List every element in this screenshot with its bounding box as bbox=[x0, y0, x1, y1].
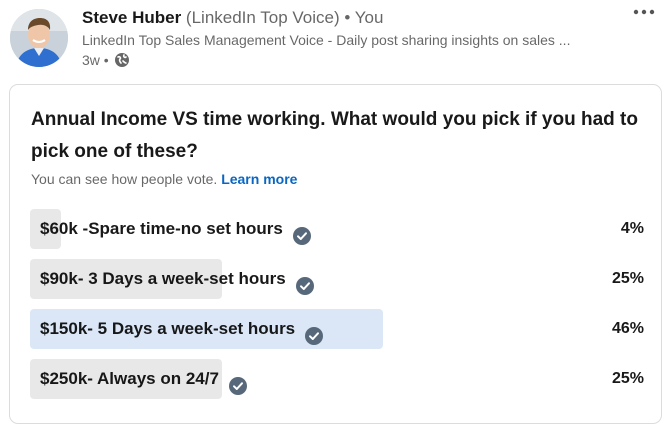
avatar[interactable] bbox=[10, 9, 68, 67]
poll-option[interactable]: $90k- 3 Days a week-set hours 25% bbox=[30, 259, 644, 299]
author-headline: LinkedIn Top Sales Management Voice - Da… bbox=[82, 32, 571, 48]
post-header: Steve Huber (LinkedIn Top Voice) • You L… bbox=[82, 8, 608, 69]
poll-option-label: $250k- Always on 24/7 bbox=[40, 369, 219, 388]
vote-visibility-note: You can see how people vote. Learn more bbox=[31, 169, 297, 189]
check-circle-icon bbox=[228, 370, 247, 395]
poll-option-label: $60k -Spare time-no set hours bbox=[40, 219, 283, 238]
poll-card: Annual Income VS time working. What woul… bbox=[9, 84, 662, 424]
learn-more-link[interactable]: Learn more bbox=[221, 171, 297, 187]
author-line: Steve Huber (LinkedIn Top Voice) • You bbox=[82, 8, 608, 28]
check-circle-icon bbox=[292, 220, 311, 245]
poll-option-percent: 4% bbox=[620, 220, 644, 237]
check-circle-icon bbox=[305, 320, 324, 345]
check-circle-icon bbox=[295, 270, 314, 295]
profile-photo bbox=[10, 9, 68, 67]
poll-question: Annual Income VS time working. What woul… bbox=[31, 109, 638, 162]
more-icon bbox=[633, 9, 655, 15]
poll-option-percent: 46% bbox=[611, 320, 644, 337]
poll-option-percent: 25% bbox=[611, 270, 644, 287]
more-options-button[interactable] bbox=[630, 2, 658, 22]
globe-icon bbox=[114, 52, 130, 68]
vote-note-text: You can see how people vote. bbox=[31, 171, 218, 187]
poll-option-percent: 25% bbox=[611, 370, 644, 387]
poll-option[interactable]: $60k -Spare time-no set hours 4% bbox=[30, 209, 644, 249]
poll-option-label: $150k- 5 Days a week-set hours bbox=[40, 319, 296, 338]
author-name[interactable]: Steve Huber bbox=[82, 8, 181, 27]
poll-option-label: $90k- 3 Days a week-set hours bbox=[40, 269, 286, 288]
poll-option[interactable]: $250k- Always on 24/7 25% bbox=[30, 359, 644, 399]
author-meta: (LinkedIn Top Voice) • You bbox=[181, 8, 384, 27]
post-time: 3w • bbox=[82, 52, 109, 68]
poll-option[interactable]: $150k- 5 Days a week-set hours 46% bbox=[30, 309, 644, 349]
post-time-line: 3w • bbox=[82, 51, 608, 69]
